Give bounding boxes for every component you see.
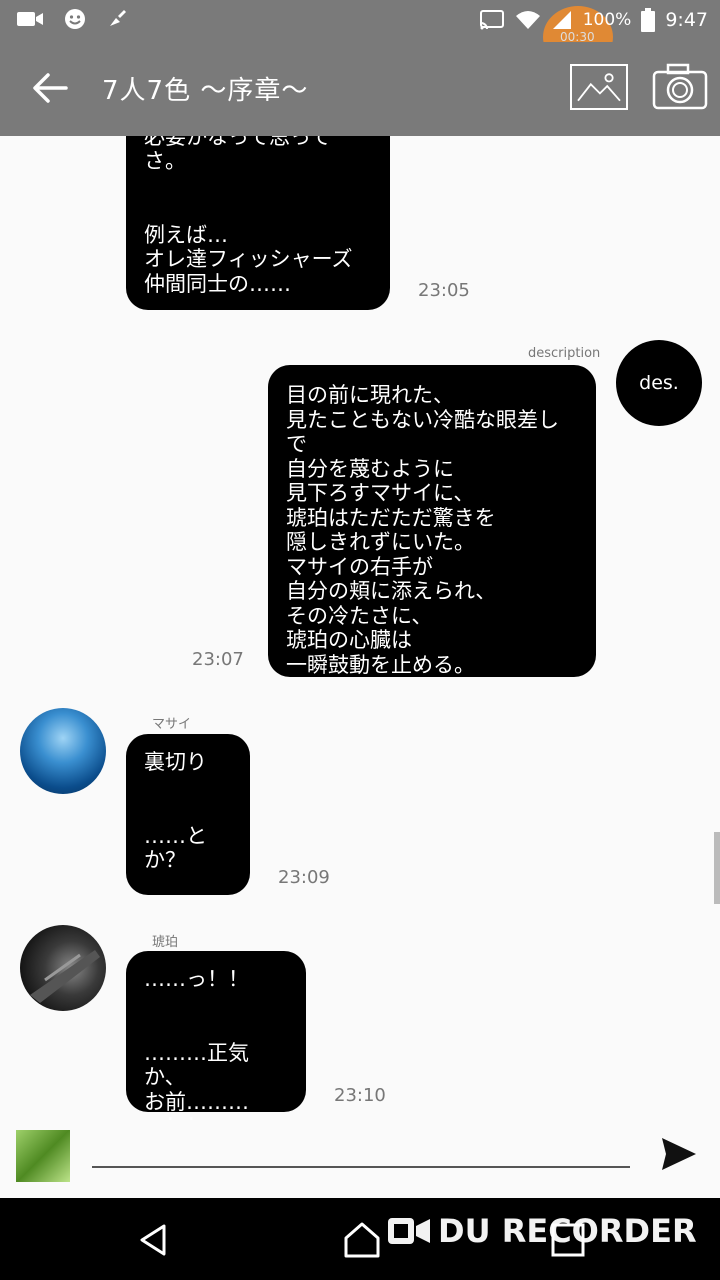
status-right-icons: 100% 9:47 bbox=[479, 8, 708, 32]
battery-percent: 100% bbox=[582, 10, 632, 30]
image-icon[interactable] bbox=[570, 64, 628, 110]
scrollbar-thumb[interactable] bbox=[714, 832, 720, 904]
camera-icon[interactable] bbox=[652, 62, 708, 112]
nav-home-icon[interactable] bbox=[342, 1220, 382, 1260]
message-bubble: ……っ！！ ………正気か、 お前………っ！！ bbox=[126, 951, 306, 1120]
status-bar: 00:30 100% 9:47 bbox=[0, 0, 720, 68]
back-arrow-icon[interactable] bbox=[30, 70, 70, 106]
message-time: 23:05 bbox=[418, 280, 470, 301]
message-bubble: ことこうハーハール 必要かなって思ってさ。 例えば… オレ達フィッシャーズ 仲間… bbox=[126, 136, 390, 310]
recorder-watermark: DU RECORDER bbox=[386, 1210, 697, 1250]
avatar-graphic bbox=[30, 950, 100, 1003]
message-bubble: 裏切り ……とか？ bbox=[126, 734, 250, 895]
message-input-bar bbox=[0, 1120, 720, 1198]
signal-icon bbox=[552, 11, 571, 29]
app-bar: 7人7色 〜序章〜 bbox=[0, 42, 720, 136]
system-nav-bar: DU RECORDER bbox=[0, 1198, 720, 1280]
message-input[interactable] bbox=[92, 1134, 630, 1168]
smiley-icon bbox=[65, 9, 85, 29]
avatar[interactable] bbox=[20, 708, 106, 794]
avatar[interactable] bbox=[20, 925, 106, 1011]
avatar-label: des. bbox=[639, 372, 679, 394]
sender-name: 琥珀 bbox=[152, 935, 179, 950]
message-time: 23:07 bbox=[192, 649, 244, 670]
chat-title: 7人7色 〜序章〜 bbox=[102, 76, 309, 106]
wifi-icon bbox=[515, 11, 540, 29]
battery-icon bbox=[641, 8, 656, 32]
sender-name: マサイ bbox=[152, 717, 192, 732]
cast-icon bbox=[479, 10, 504, 30]
clock: 9:47 bbox=[665, 9, 708, 31]
status-left-icons bbox=[16, 8, 128, 30]
watermark-text: DU RECORDER bbox=[438, 1212, 697, 1250]
message-time: 23:09 bbox=[278, 867, 330, 888]
video-camera-icon bbox=[17, 12, 43, 26]
avatar[interactable]: des. bbox=[616, 340, 702, 426]
nav-back-icon[interactable] bbox=[134, 1220, 174, 1260]
message-time: 23:10 bbox=[334, 1085, 386, 1106]
recorder-camera-icon bbox=[388, 1218, 430, 1244]
chat-log[interactable]: ことこうハーハール 必要かなって思ってさ。 例えば… オレ達フィッシャーズ 仲間… bbox=[0, 136, 720, 1120]
brush-icon bbox=[110, 10, 126, 26]
message-bubble: 目の前に現れた、 見たこともない冷酷な眼差しで 自分を蔑むように 見下ろすマサイ… bbox=[268, 365, 596, 677]
send-icon[interactable] bbox=[660, 1136, 698, 1172]
sender-name: description bbox=[528, 346, 601, 361]
user-avatar-thumbnail[interactable] bbox=[16, 1130, 70, 1182]
